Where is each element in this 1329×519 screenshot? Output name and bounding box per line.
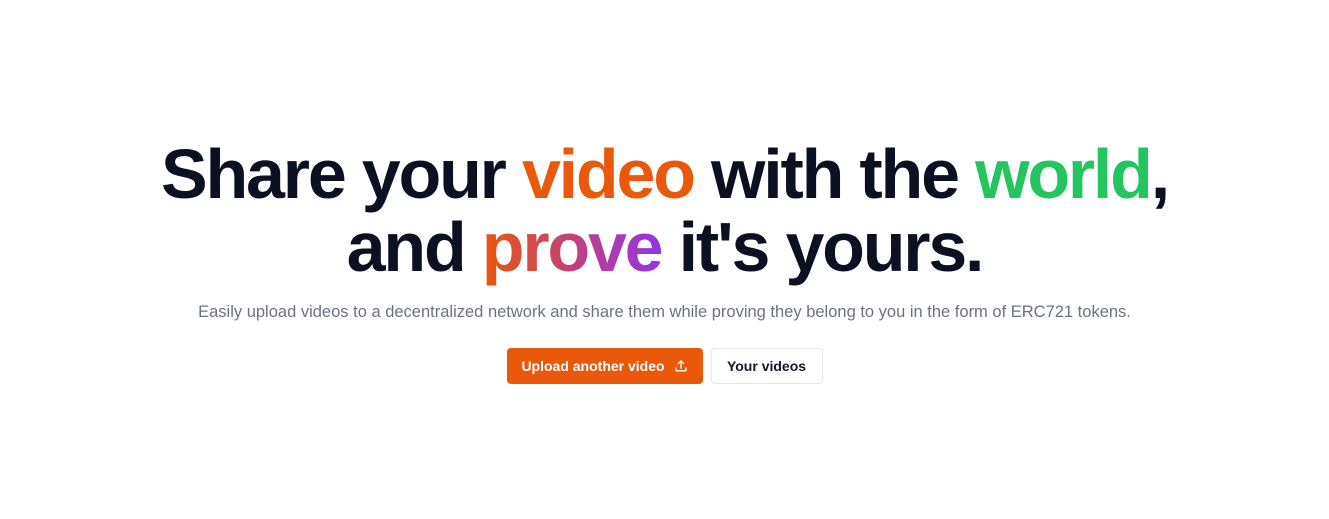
upload-button-label: Upload another video [521, 358, 665, 374]
headline-text: it's yours. [661, 208, 985, 286]
headline-highlight-world: world [975, 135, 1153, 213]
headline-text: with the [693, 135, 976, 213]
hero-subtitle: Easily upload videos to a decentralized … [198, 303, 1131, 321]
upload-icon [674, 359, 688, 373]
hero-actions: Upload another video Your videos [0, 348, 1329, 384]
hero-section: Share your video with the world, and pro… [0, 138, 1329, 384]
headline-highlight-video: video [521, 135, 696, 213]
headline-line-1: Share your video with the world, [0, 138, 1329, 211]
headline-line-2: and prove it's yours. [0, 211, 1329, 284]
headline-text: Share your [161, 135, 522, 213]
headline-text: , [1150, 135, 1170, 213]
your-videos-button-label: Your videos [726, 358, 807, 374]
upload-another-video-button[interactable]: Upload another video [506, 348, 703, 384]
headline-highlight-prove: prove [481, 208, 664, 286]
hero-headline: Share your video with the world, and pro… [0, 138, 1329, 284]
headline-text: and [346, 208, 482, 286]
your-videos-button[interactable]: Your videos [710, 348, 823, 384]
